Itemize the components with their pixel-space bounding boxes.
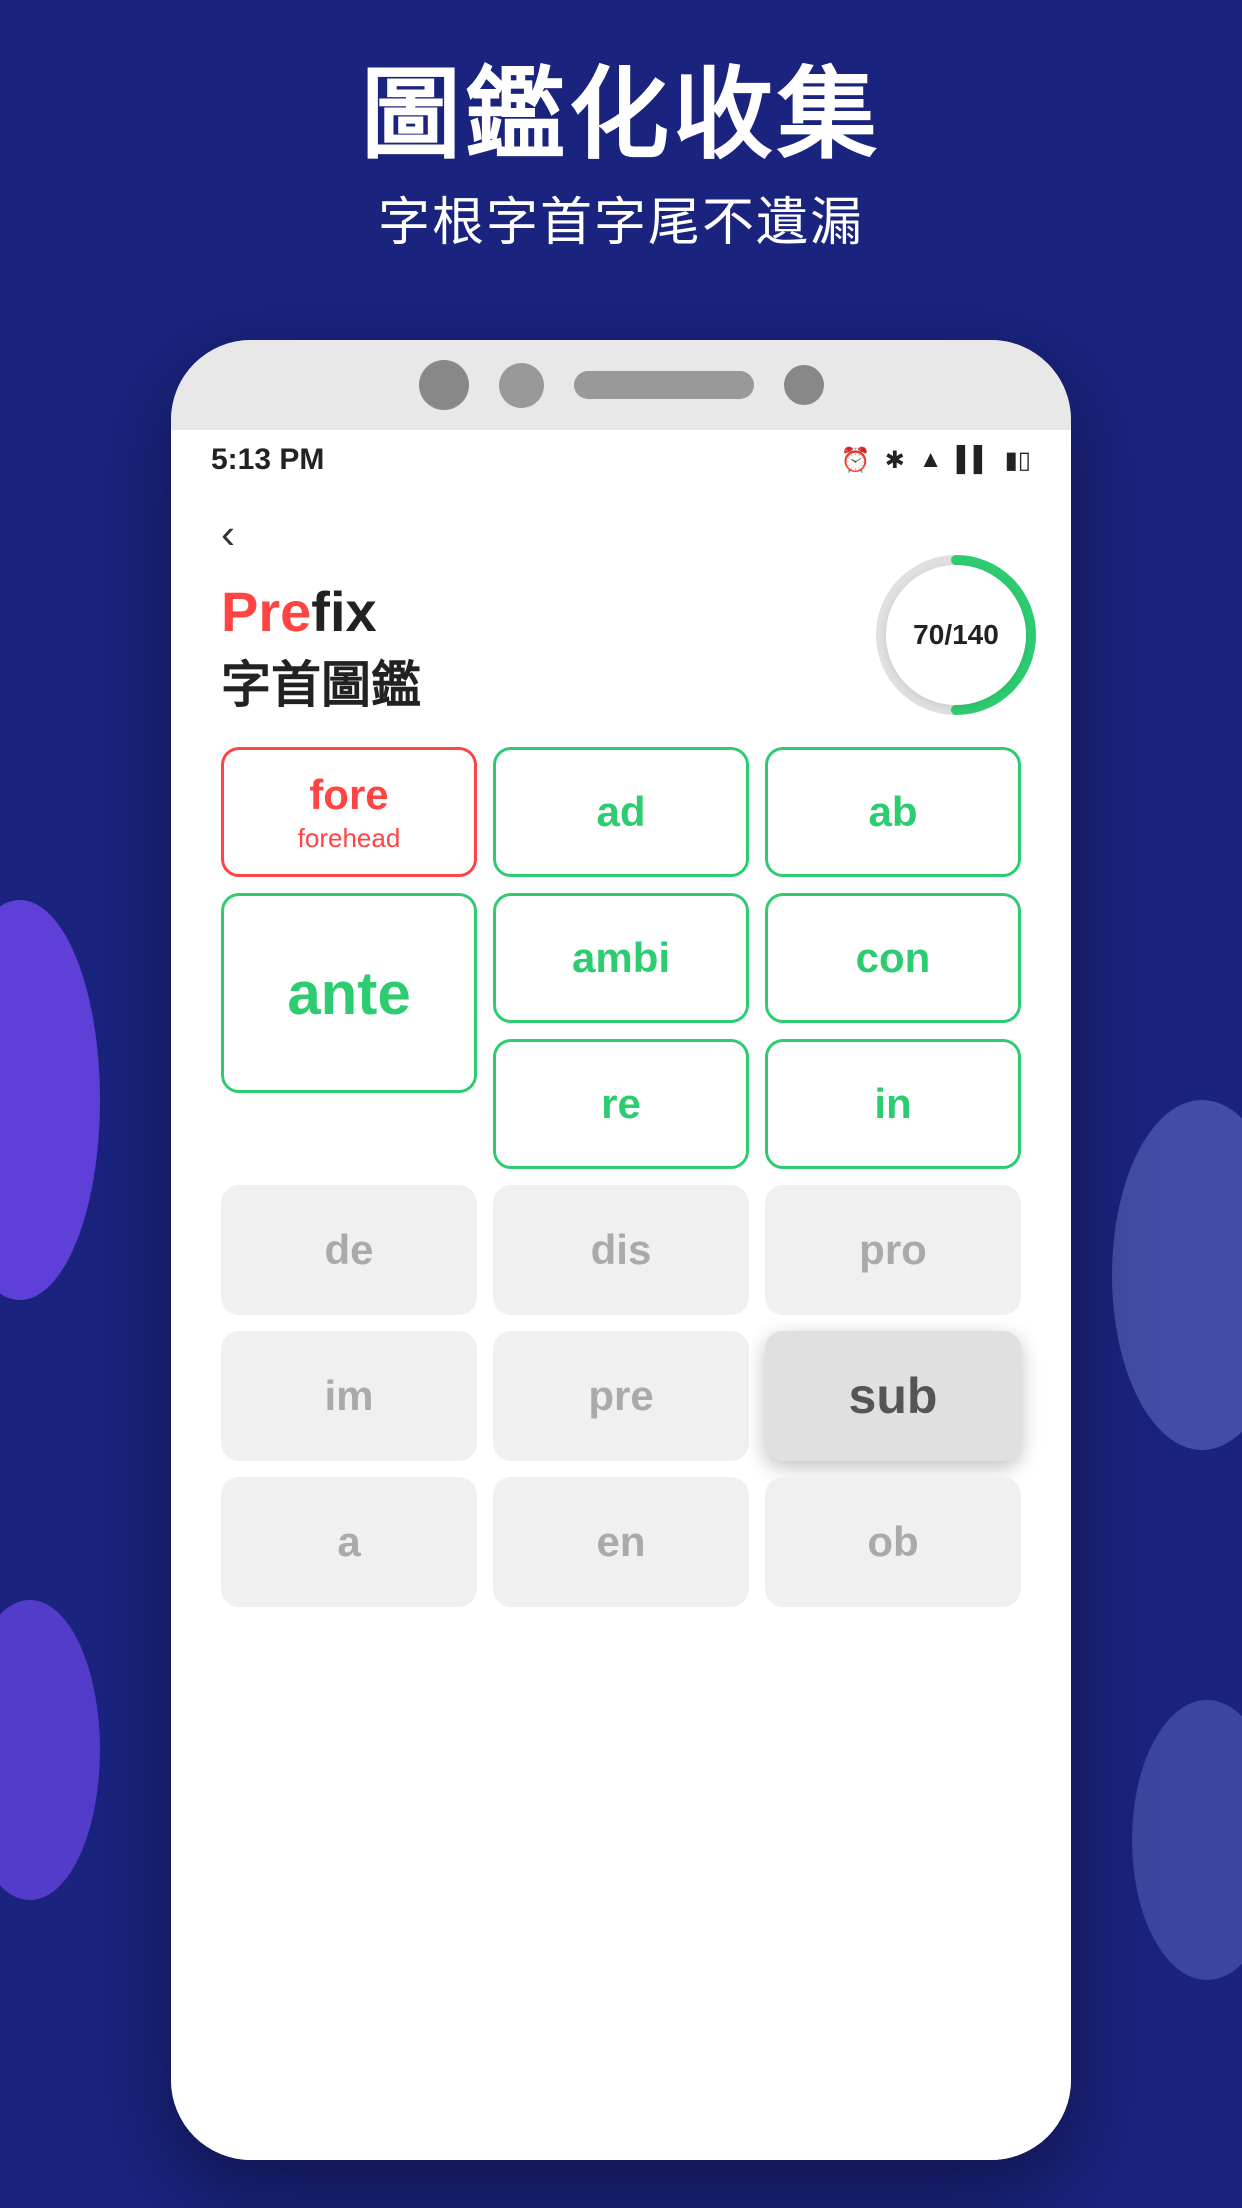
header-title: 圖鑑化收集 xyxy=(0,60,1242,170)
progress-circle-container: 70/140 xyxy=(871,550,1041,720)
card-ante[interactable]: ante xyxy=(221,893,477,1093)
card-a[interactable]: a xyxy=(221,1477,477,1607)
card-ad[interactable]: ad xyxy=(493,747,749,877)
bluetooth-icon: ✱ xyxy=(885,446,905,475)
phone-frame: 5:13 PM ⏰ ✱ ▲ ▌▌ ▮▯ ‹ Prefix 字首圖鑑 xyxy=(171,340,1071,2160)
header-subtitle: 字根字首字尾不遺漏 xyxy=(0,180,1242,255)
card-in-main: in xyxy=(874,1080,911,1128)
card-in[interactable]: in xyxy=(765,1039,1021,1169)
col-right: con in xyxy=(765,893,1021,1169)
card-ab[interactable]: ab xyxy=(765,747,1021,877)
card-con[interactable]: con xyxy=(765,893,1021,1023)
phone-screen: 5:13 PM ⏰ ✱ ▲ ▌▌ ▮▯ ‹ Prefix 字首圖鑑 xyxy=(171,430,1071,2160)
header-section: 圖鑑化收集 字根字首字尾不遺漏 xyxy=(0,60,1242,255)
wifi-icon: ▲ xyxy=(919,446,943,474)
camera-right xyxy=(784,365,824,405)
card-im-main: im xyxy=(324,1372,373,1420)
card-ad-main: ad xyxy=(596,788,645,836)
status-bar: 5:13 PM ⏰ ✱ ▲ ▌▌ ▮▯ xyxy=(171,430,1071,490)
card-fore[interactable]: fore forehead xyxy=(221,747,477,877)
status-icons: ⏰ ✱ ▲ ▌▌ ▮▯ xyxy=(841,446,1031,475)
progress-label: 70/140 xyxy=(886,565,1026,705)
card-pro[interactable]: pro xyxy=(765,1185,1021,1315)
grid-row1: fore forehead ad ab xyxy=(221,747,1021,877)
signal-icon: ▌▌ xyxy=(957,446,991,474)
card-en[interactable]: en xyxy=(493,1477,749,1607)
card-sub-main: sub xyxy=(849,1367,938,1425)
col-middle: ambi re xyxy=(493,893,749,1169)
battery-icon: ▮▯ xyxy=(1005,446,1031,475)
card-ambi-main: ambi xyxy=(572,934,670,982)
camera-left xyxy=(419,360,469,410)
card-fore-main: fore xyxy=(309,771,388,819)
grid-row4: im pre sub xyxy=(221,1331,1021,1461)
decorative-blob-left2 xyxy=(0,1600,100,1900)
card-dis[interactable]: dis xyxy=(493,1185,749,1315)
grid-row3: de dis pro xyxy=(221,1185,1021,1315)
title-pre: Pre xyxy=(221,580,311,643)
card-con-main: con xyxy=(856,934,931,982)
card-fore-sub: forehead xyxy=(298,823,401,854)
progress-text: 70/140 xyxy=(913,619,999,651)
app-content: ‹ Prefix 字首圖鑑 70/140 fore fore xyxy=(171,490,1071,1643)
back-button[interactable]: ‹ xyxy=(221,510,235,558)
card-de[interactable]: de xyxy=(221,1185,477,1315)
grid-row5: a en ob xyxy=(221,1477,1021,1607)
card-de-main: de xyxy=(324,1226,373,1274)
decorative-blob-right2 xyxy=(1132,1700,1242,1980)
card-ante-main: ante xyxy=(287,959,410,1028)
phone-top-bar xyxy=(171,340,1071,430)
card-sub[interactable]: sub xyxy=(765,1331,1021,1461)
card-re-main: re xyxy=(601,1080,641,1128)
card-re[interactable]: re xyxy=(493,1039,749,1169)
status-time: 5:13 PM xyxy=(211,443,324,477)
alarm-icon: ⏰ xyxy=(841,446,871,475)
card-im[interactable]: im xyxy=(221,1331,477,1461)
card-en-main: en xyxy=(596,1518,645,1566)
grid-row2: ante ambi re con in xyxy=(221,893,1021,1169)
decorative-blob-right xyxy=(1112,1100,1242,1450)
card-ambi[interactable]: ambi xyxy=(493,893,749,1023)
card-ab-main: ab xyxy=(868,788,917,836)
card-pre[interactable]: pre xyxy=(493,1331,749,1461)
card-a-main: a xyxy=(337,1518,360,1566)
title-fix: fix xyxy=(311,580,376,643)
camera-left2 xyxy=(499,363,544,408)
card-dis-main: dis xyxy=(591,1226,652,1274)
speaker xyxy=(574,371,754,399)
card-ob-main: ob xyxy=(867,1518,918,1566)
card-ob[interactable]: ob xyxy=(765,1477,1021,1607)
decorative-blob-left xyxy=(0,900,100,1300)
card-pre-main: pre xyxy=(588,1372,653,1420)
card-pro-main: pro xyxy=(859,1226,927,1274)
